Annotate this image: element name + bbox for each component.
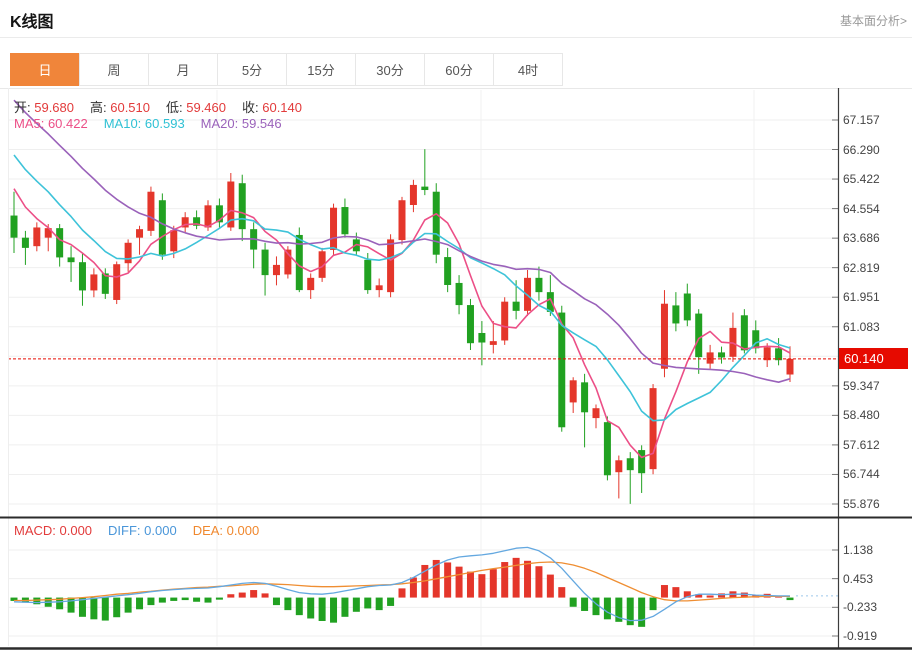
timeframe-tabbar: 日周月5分15分30分60分4时 bbox=[10, 53, 563, 86]
price-axis-tick: 59.347 bbox=[843, 379, 880, 393]
ma-legend: MA5: 60.422 MA10: 60.593 MA20: 59.546 bbox=[14, 116, 298, 131]
tab-4hour[interactable]: 4时 bbox=[493, 53, 563, 86]
legend-item: MA20: 59.546 bbox=[201, 116, 282, 131]
macd-axis-tick: -0.919 bbox=[843, 629, 877, 643]
tab-week[interactable]: 周 bbox=[79, 53, 149, 86]
fundamental-analysis-link[interactable]: 基本面分析> bbox=[840, 12, 907, 29]
macd-axis-tick: 0.453 bbox=[843, 572, 873, 586]
tab-5min[interactable]: 5分 bbox=[217, 53, 287, 86]
legend-item: 开: 59.680 bbox=[14, 100, 74, 115]
price-axis-tick: 62.819 bbox=[843, 261, 880, 275]
legend-item: MA5: 60.422 bbox=[14, 116, 88, 131]
price-axis-tick: 66.290 bbox=[843, 143, 880, 157]
title-divider bbox=[0, 37, 912, 38]
macd-legend: MACD: 0.000 DIFF: 0.000 DEA: 0.000 bbox=[14, 523, 275, 538]
price-axis-tick: 55.876 bbox=[843, 497, 880, 511]
price-axis-tick: 61.951 bbox=[843, 290, 880, 304]
legend-item: 低: 59.460 bbox=[166, 100, 226, 115]
price-axis-tick: 56.744 bbox=[843, 467, 880, 481]
legend-item: MACD: 0.000 bbox=[14, 523, 92, 538]
legend-item: DEA: 0.000 bbox=[193, 523, 260, 538]
legend-item: 高: 60.510 bbox=[90, 100, 150, 115]
ohlc-legend: 开: 59.680 高: 60.510 低: 59.460 收: 60.140 bbox=[14, 97, 318, 116]
price-axis-tick: 63.686 bbox=[843, 231, 880, 245]
price-axis-tick: 67.157 bbox=[843, 113, 880, 127]
page-title: K线图 bbox=[10, 8, 54, 32]
legend-item: DIFF: 0.000 bbox=[108, 523, 177, 538]
price-axis-tick: 61.083 bbox=[843, 320, 880, 334]
macd-axis-tick: -0.233 bbox=[843, 600, 877, 614]
price-axis-tick: 64.554 bbox=[843, 202, 880, 216]
tab-day[interactable]: 日 bbox=[10, 53, 80, 86]
last-price-tag: 60.140 bbox=[839, 348, 908, 369]
macd-axis-tick: 1.138 bbox=[843, 543, 873, 557]
tab-15min[interactable]: 15分 bbox=[286, 53, 356, 86]
price-axis-tick: 65.422 bbox=[843, 172, 880, 186]
tab-month[interactable]: 月 bbox=[148, 53, 218, 86]
tab-30min[interactable]: 30分 bbox=[355, 53, 425, 86]
tab-60min[interactable]: 60分 bbox=[424, 53, 494, 86]
legend-item: MA10: 60.593 bbox=[104, 116, 185, 131]
price-axis-tick: 57.612 bbox=[843, 438, 880, 452]
kline-app: K线图 基本面分析> 日周月5分15分30分60分4时 开: 59.680 高: … bbox=[0, 0, 912, 653]
price-axis-tick: 58.480 bbox=[843, 408, 880, 422]
legend-item: 收: 60.140 bbox=[242, 100, 302, 115]
